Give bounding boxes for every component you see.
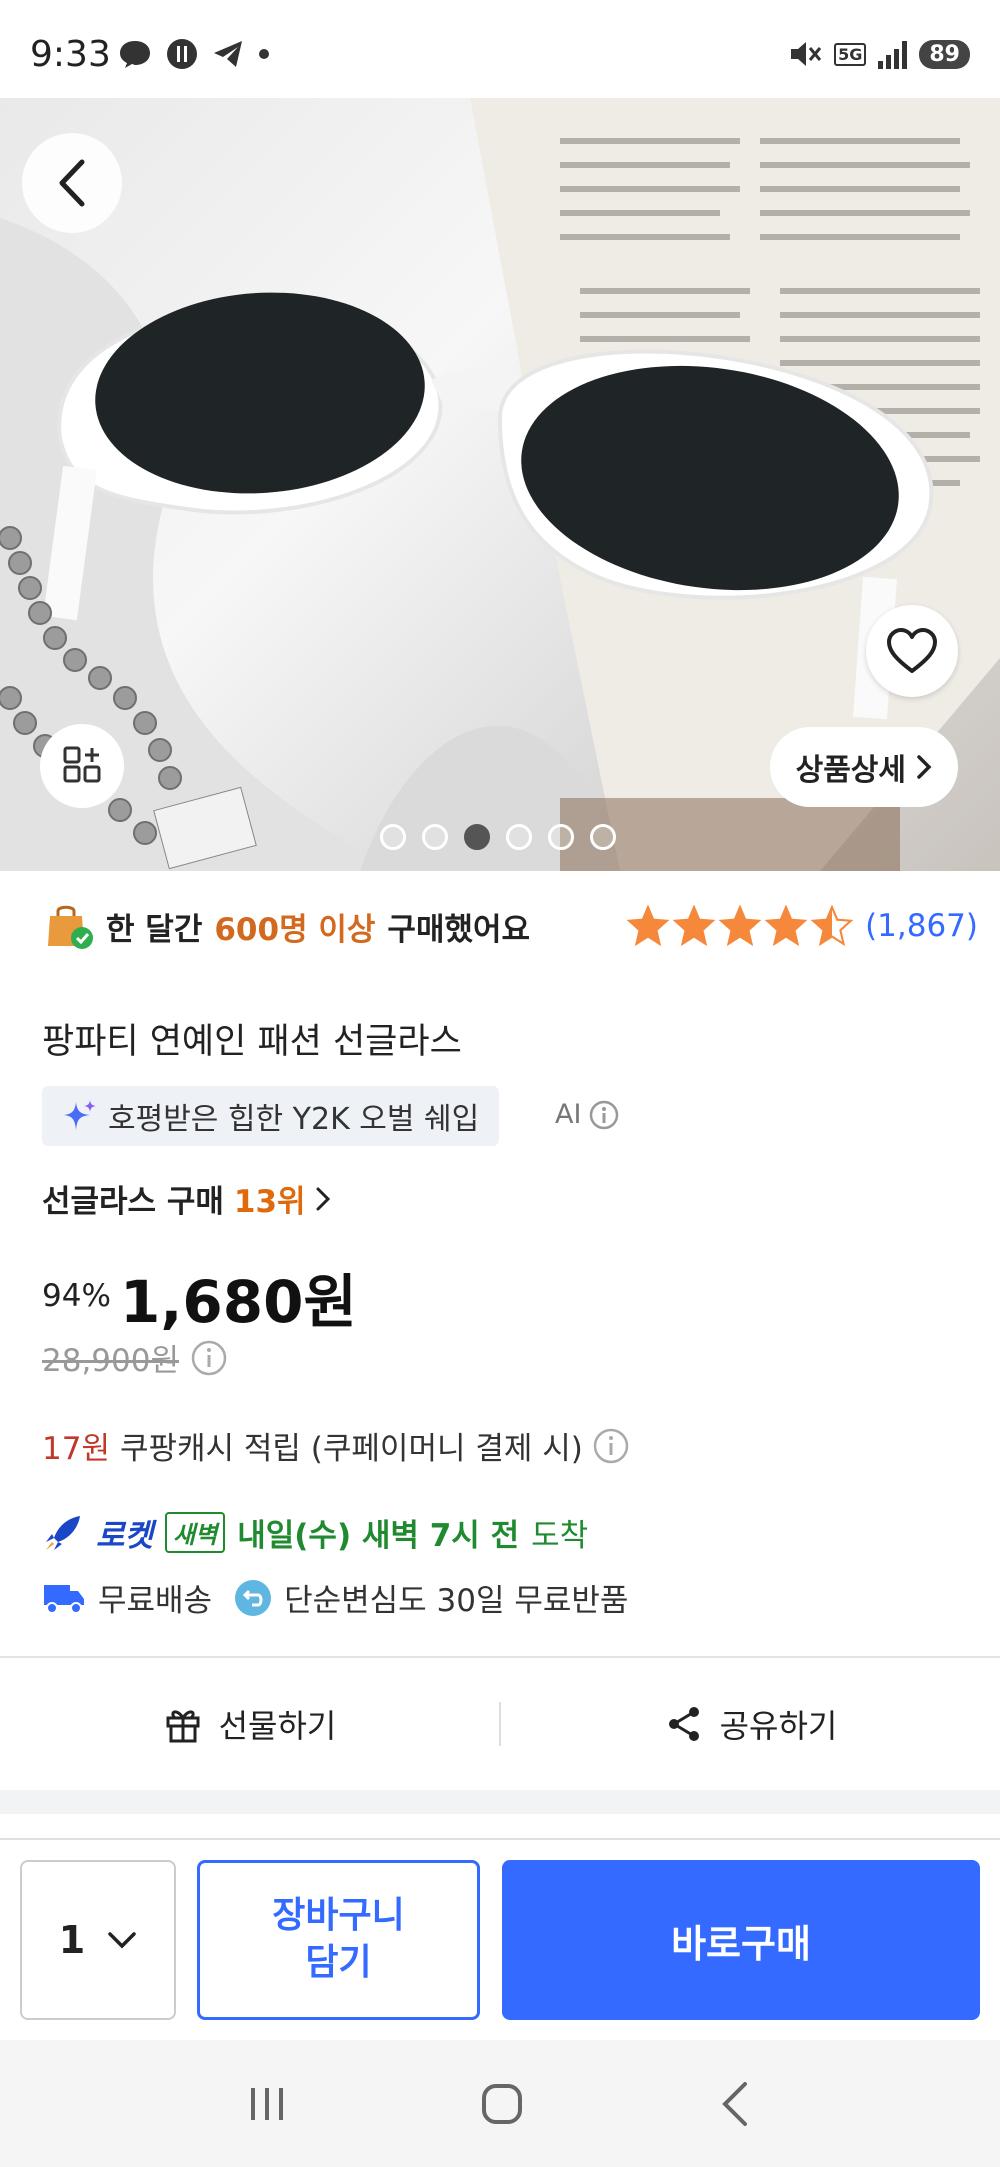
chevron-down-icon [108,1932,136,1949]
purchase-count: 한 달간 600명 이상 구매했어요 [44,902,530,950]
ai-summary-text: 호평받은 힙한 Y2K 오벌 쉐입 [108,1102,480,1137]
pagination-dot[interactable] [506,824,532,850]
home-icon[interactable] [478,2080,526,2128]
grid-add-icon [63,746,101,783]
star-icon [765,905,808,947]
app-circle-icon [167,39,197,69]
rocket-icon [46,1515,80,1550]
rating[interactable]: (1,867) [627,905,978,947]
sale-price: 1,680원 [120,1268,357,1336]
product-image[interactable]: 상품상세 [0,98,1000,871]
more-dot-icon [259,49,269,59]
gift-button[interactable]: 선물하기 [0,1701,499,1747]
product-detail-label: 상품상세 [795,753,906,788]
chevron-left-icon [59,159,85,207]
rocket-label: 로켓 [96,1518,154,1554]
rank-category: 선글라스 구매 [42,1184,224,1220]
discount-rate: 94% [42,1278,111,1314]
rating-count[interactable]: (1,867) [865,908,978,944]
compare-button[interactable] [40,724,124,808]
info-icon[interactable] [593,1428,629,1464]
info-icon[interactable] [191,1340,227,1376]
back-nav-icon[interactable] [715,2080,755,2128]
ai-label: AI [555,1099,582,1130]
arrival-date: 내일(수) 새벽 7시 전 [237,1518,520,1554]
cart-label-line1: 장바구니 [272,1895,405,1937]
free-shipping: 무료배송 [98,1583,213,1619]
recent-apps-icon[interactable] [245,2082,289,2126]
cash-amount: 17원 [42,1431,110,1467]
cart-label-line2: 담기 [305,1942,372,1983]
purchase-suffix: 구매했어요 [387,911,531,948]
add-to-cart-button[interactable]: 장바구니 담기 [197,1860,480,2020]
shopping-bag-icon [48,905,93,949]
star-icon [627,905,670,947]
battery-level: 89 [919,39,970,69]
heart-icon [887,628,937,673]
system-nav-bar [0,2040,1000,2167]
return-icon [235,1579,272,1616]
rocket-badge: 새벽 [165,1512,226,1553]
gift-label: 선물하기 [218,1707,337,1745]
pagination-dot[interactable] [548,824,574,850]
product-detail-button[interactable]: 상품상세 [769,727,958,807]
info-icon [590,1100,619,1129]
chevron-right-icon [316,1187,330,1210]
cash-text: 쿠팡캐시 적립 (쿠페이머니 결제 시) [119,1431,583,1467]
network-type: 5G [834,42,867,66]
product-title: 팡파티 연예인 패션 선글라스 [42,1022,462,1062]
telegram-icon [214,41,242,67]
section-gap [0,1790,1000,1814]
truck-icon [44,1584,84,1614]
signal-icon [878,39,908,69]
star-icon [719,905,762,947]
star-icon [811,905,854,947]
share-label: 공유하기 [719,1707,838,1745]
image-pagination [380,824,616,850]
cash-reward: 17원 쿠팡캐시 적립 (쿠페이머니 결제 시) [42,1423,629,1468]
action-row: 선물하기 공유하기 [0,1658,1000,1790]
rank-number: 13위 [233,1184,306,1220]
purchase-prefix: 한 달간 [106,911,203,948]
gift-icon [166,1710,200,1743]
purchase-bar: 1 장바구니 담기 바로구매 [0,1840,1000,2040]
ai-summary-tag: 호평받은 힙한 Y2K 오벌 쉐입 [42,1086,500,1146]
pagination-dot[interactable] [590,824,616,850]
original-price: 28,900원 [42,1343,179,1379]
quantity-value: 1 [58,1918,86,1962]
status-time: 9:33 [30,34,111,75]
pagination-dot-active[interactable] [464,824,490,850]
pagination-dot[interactable] [422,824,448,850]
rating-stars [627,905,854,947]
pagination-dot[interactable] [380,824,406,850]
arrival-suffix: 도착 [531,1518,589,1554]
ai-info[interactable]: AI [555,1099,619,1130]
buy-now-button[interactable]: 바로구매 [502,1860,980,2020]
status-notification-icons [118,38,270,70]
category-rank[interactable]: 선글라스 구매 13위 [42,1176,330,1221]
original-price-row: 28,900원 [42,1335,227,1380]
share-icon [668,1707,699,1741]
shipping-info: 무료배송 단순변심도 30일 무료반품 [42,1575,628,1620]
status-system-icons: 5G 89 [788,38,970,70]
star-icon [673,905,716,947]
free-return: 단순변심도 30일 무료반품 [284,1583,629,1619]
back-button[interactable] [22,133,122,233]
purchase-highlight: 600명 이상 [214,911,376,948]
mute-icon [791,42,822,66]
sparkle-icon [64,1100,96,1130]
chat-bubble-icon [120,41,150,68]
rocket-delivery: 로켓 새벽 내일(수) 새벽 7시 전 도착 [42,1510,588,1555]
quantity-select[interactable]: 1 [20,1860,176,2020]
share-button[interactable]: 공유하기 [501,1701,1000,1747]
wishlist-button[interactable] [866,605,958,697]
status-bar: 9:33 5G 89 [0,0,1000,98]
chevron-right-icon [917,755,932,779]
